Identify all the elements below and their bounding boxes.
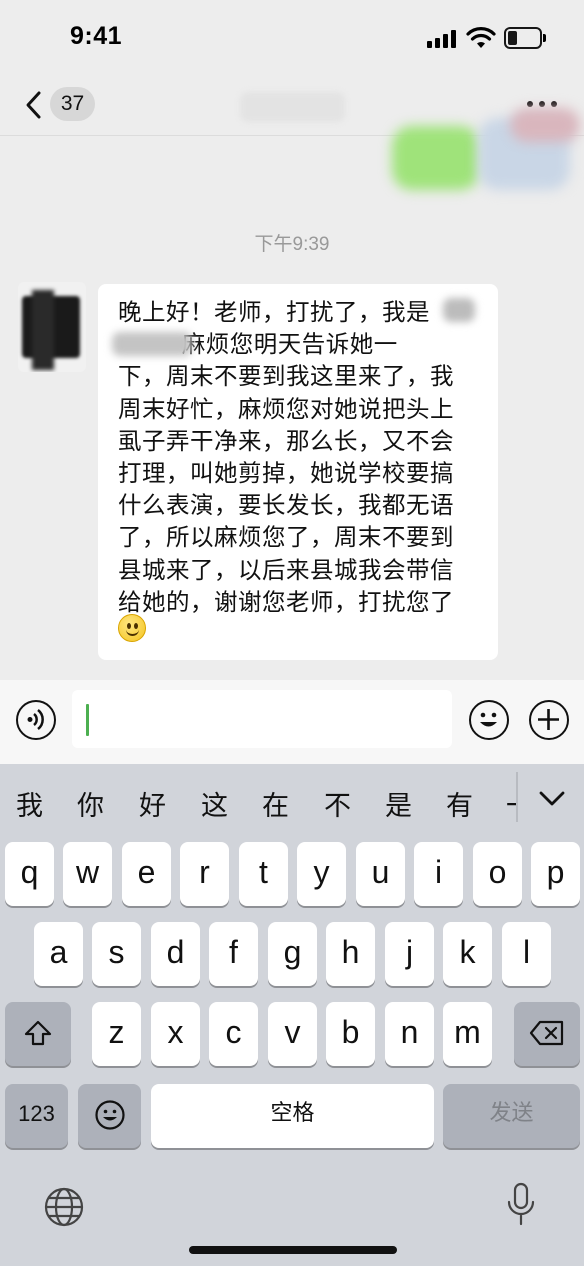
emoji-keyboard-key[interactable]	[78, 1084, 141, 1148]
battery-icon	[504, 27, 542, 49]
candidate-word[interactable]: 不	[324, 784, 351, 823]
input-bar	[0, 680, 584, 764]
numbers-key[interactable]: 123	[5, 1084, 68, 1148]
message-input[interactable]	[72, 690, 452, 748]
backspace-icon	[529, 1020, 564, 1046]
key-g[interactable]: g	[268, 922, 317, 986]
key-r[interactable]: r	[180, 842, 229, 906]
candidate-word[interactable]: 你	[77, 784, 104, 823]
backspace-key[interactable]	[514, 1002, 580, 1066]
key-j[interactable]: j	[385, 922, 434, 986]
candidate-word[interactable]: 一	[506, 784, 516, 823]
emoji-icon	[94, 1100, 125, 1130]
space-key[interactable]: 空格	[151, 1084, 434, 1148]
key-s[interactable]: s	[92, 922, 141, 986]
key-l[interactable]: l	[502, 922, 551, 986]
collapse-candidates-chevron-icon[interactable]	[538, 790, 566, 808]
message-timestamp: 下午9:39	[254, 234, 330, 255]
key-u[interactable]: u	[356, 842, 405, 906]
key-z[interactable]: z	[92, 1002, 141, 1066]
key-y[interactable]: y	[297, 842, 346, 906]
key-a[interactable]: a	[34, 922, 83, 986]
message-bubble[interactable]: 晚上好！老师，打扰了，我是 麻烦您明天告诉她一 下，周末不要到我这里来了，我 周…	[98, 284, 498, 660]
key-h[interactable]: h	[326, 922, 375, 986]
back-chevron-icon[interactable]	[22, 90, 46, 120]
smile-emoji-icon	[118, 614, 146, 642]
key-e[interactable]: e	[122, 842, 171, 906]
key-w[interactable]: w	[63, 842, 112, 906]
candidate-word[interactable]: 我	[16, 784, 43, 823]
shift-arrow-icon	[24, 1020, 52, 1046]
key-d[interactable]: d	[151, 922, 200, 986]
candidate-bar: 我 你 好 这 在 不 是 有 一	[0, 764, 584, 836]
text-caret	[86, 704, 89, 736]
candidate-word[interactable]: 有	[446, 784, 473, 823]
key-c[interactable]: c	[209, 1002, 258, 1066]
key-q[interactable]: q	[5, 842, 54, 906]
home-indicator[interactable]	[189, 1246, 397, 1254]
key-x[interactable]: x	[151, 1002, 200, 1066]
key-f[interactable]: f	[209, 922, 258, 986]
redacted-name	[443, 298, 475, 322]
wifi-icon	[466, 27, 496, 48]
cellular-signal-icon	[427, 30, 457, 48]
key-k[interactable]: k	[443, 922, 492, 986]
key-t[interactable]: t	[239, 842, 288, 906]
shift-key[interactable]	[5, 1002, 71, 1066]
candidate-word[interactable]: 在	[262, 784, 289, 823]
key-v[interactable]: v	[268, 1002, 317, 1066]
key-i[interactable]: i	[414, 842, 463, 906]
microphone-icon[interactable]	[505, 1182, 537, 1228]
emoji-icon[interactable]	[469, 700, 509, 740]
keyboard: 我 你 好 这 在 不 是 有 一 q w e r t y u i o p a …	[0, 764, 584, 1266]
candidate-word[interactable]: 这	[201, 784, 228, 823]
status-bar: 9:41	[0, 0, 584, 74]
voice-input-icon[interactable]	[16, 700, 56, 740]
candidate-word[interactable]: 是	[385, 784, 412, 823]
unread-count-badge[interactable]: 37	[50, 87, 95, 121]
key-m[interactable]: m	[443, 1002, 492, 1066]
send-key[interactable]: 发送	[443, 1084, 580, 1148]
redacted-name	[112, 332, 192, 356]
add-plus-icon[interactable]	[529, 700, 569, 740]
key-n[interactable]: n	[385, 1002, 434, 1066]
key-p[interactable]: p	[531, 842, 580, 906]
globe-icon[interactable]	[43, 1186, 85, 1228]
contact-avatar[interactable]	[18, 282, 86, 372]
redaction-smudge-green	[392, 126, 480, 190]
key-o[interactable]: o	[473, 842, 522, 906]
redaction-smudge-red	[510, 108, 580, 142]
chat-title-redacted	[240, 92, 345, 122]
key-b[interactable]: b	[326, 1002, 375, 1066]
status-time: 9:41	[70, 22, 123, 50]
candidate-word[interactable]: 好	[139, 784, 166, 823]
